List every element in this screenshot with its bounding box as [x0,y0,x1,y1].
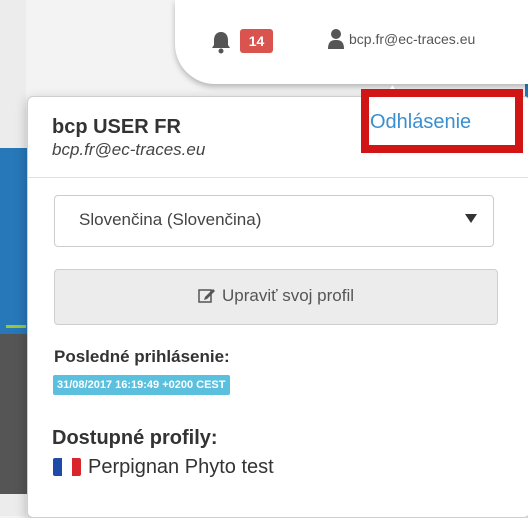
notification-count-badge[interactable]: 14 [240,29,273,53]
dropdown-user-name: bcp USER FR [52,116,181,138]
chevron-down-icon [465,214,477,223]
dropdown-user-email: bcp.fr@ec-traces.eu [52,140,206,159]
background-blue-band [0,148,30,334]
edit-profile-label: Upraviť svoj profil [221,286,355,305]
header-user-email[interactable]: bcp.fr@ec-traces.eu [349,31,475,47]
available-profiles-label: Dostupné profily: [52,427,218,449]
bell-icon[interactable] [210,30,232,54]
last-login-badge: 31/08/2017 16:19:49 +0200 CEST [53,375,230,395]
flag-france-icon [53,458,81,476]
language-select[interactable]: Slovenčina (Slovenčina) [54,195,494,247]
last-login-label: Posledné prihlásenie: [54,347,230,366]
profile-item[interactable]: Perpignan Phyto test [88,456,274,479]
background-dark-band [0,334,30,494]
background-accent-line [6,325,26,328]
language-select-value: Slovenčina (Slovenčina) [79,210,262,229]
logout-link[interactable]: Odhlásenie [370,111,471,134]
edit-icon [198,289,215,303]
dropdown-divider [28,177,528,178]
user-icon [328,29,344,49]
edit-profile-button[interactable]: Upraviť svoj profil [54,269,498,325]
